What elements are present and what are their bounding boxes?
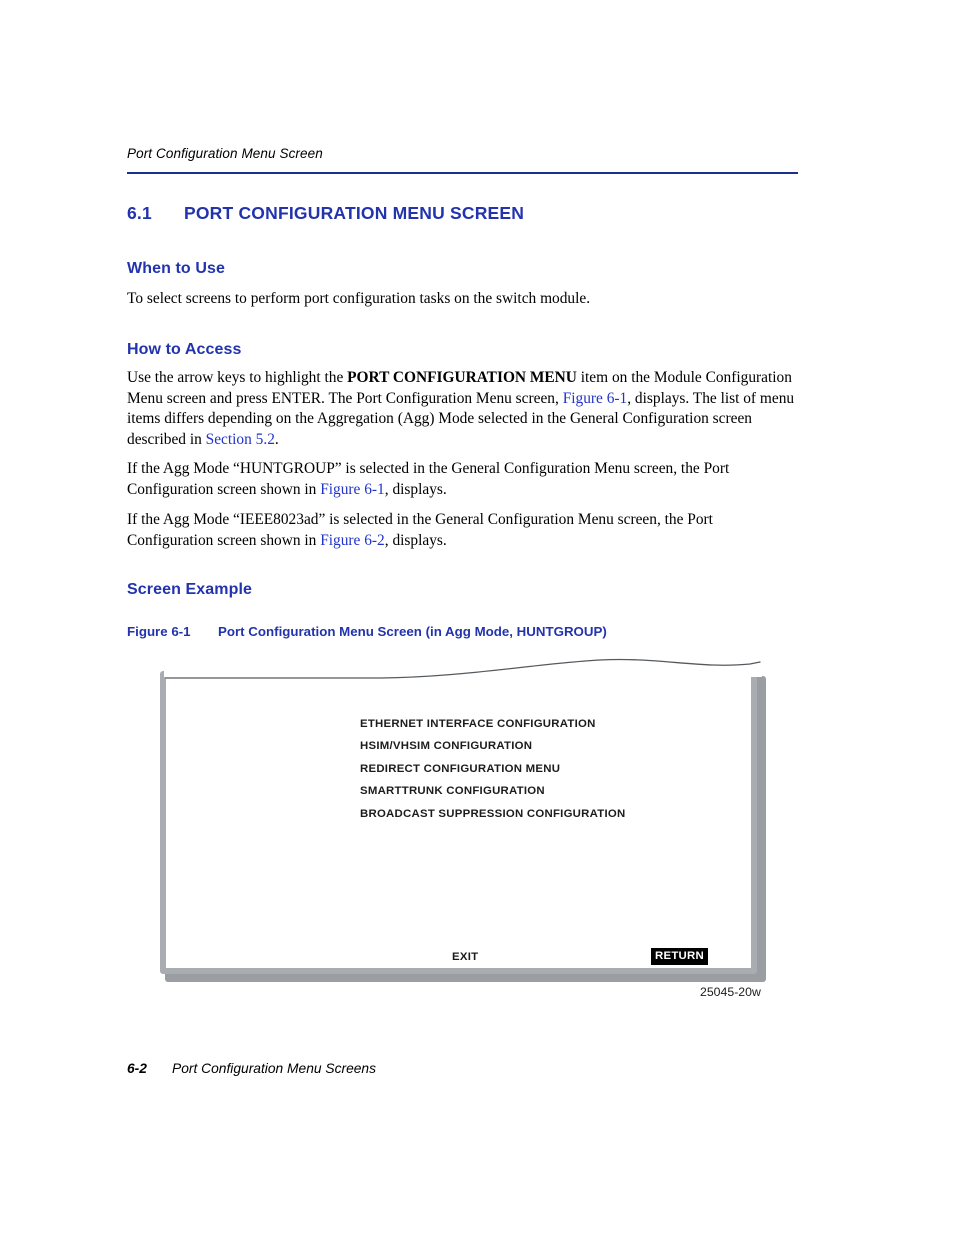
text-run: . (274, 430, 279, 448)
text-run: , displays. (384, 480, 447, 498)
paragraph-ieee8023ad: If the Agg Mode “IEEE8023ad” is selected… (127, 510, 799, 551)
menu-item[interactable]: BROADCAST SUPPRESSION CONFIGURATION (360, 803, 625, 825)
page-footer: 6-2 Port Configuration Menu Screens (127, 1061, 376, 1076)
figure-caption-number: Figure 6-1 (127, 624, 191, 639)
heading-screen-example: Screen Example (127, 581, 253, 598)
section-title: PORT CONFIGURATION MENU SCREEN (184, 203, 525, 223)
section-number: 6.1 (127, 203, 152, 223)
emphasis-menu-name: PORT CONFIGURATION MENU (347, 369, 577, 386)
heading-when-to-use: When to Use (127, 260, 225, 277)
paragraph-huntgroup: If the Agg Mode “HUNTGROUP” is selected … (127, 459, 799, 500)
menu-item[interactable]: ETHERNET INTERFACE CONFIGURATION (360, 713, 625, 735)
exit-button[interactable]: EXIT (452, 951, 478, 963)
figure-id-label: 25045-20w (700, 985, 761, 999)
text-run: , displays. (384, 531, 447, 549)
cross-reference-link-figure-6-1[interactable]: Figure 6-1 (563, 390, 628, 407)
torn-edge-wave-icon (165, 658, 761, 679)
menu-item[interactable]: HSIM/VHSIM CONFIGURATION (360, 735, 625, 757)
paragraph-when-to-use: To select screens to perform port config… (127, 290, 591, 307)
text-run: Use the arrow keys to highlight the (127, 369, 348, 386)
cross-reference-link-figure-6-1[interactable]: Figure 6-1 (320, 481, 385, 498)
menu-item[interactable]: SMARTTRUNK CONFIGURATION (360, 780, 625, 802)
footer-title: Port Configuration Menu Screens (172, 1061, 376, 1076)
document-page: Port Configuration Menu Screen 6.1 PORT C… (0, 0, 954, 1235)
heading-how-to-access: How to Access (127, 341, 242, 358)
page-title: 6.1 PORT CONFIGURATION MENU SCREEN (127, 203, 524, 224)
footer-page-number: 6-2 (127, 1061, 147, 1076)
screen-menu-list: ETHERNET INTERFACE CONFIGURATION HSIM/VH… (360, 713, 625, 825)
return-button[interactable]: RETURN (651, 948, 708, 965)
menu-item[interactable]: REDIRECT CONFIGURATION MENU (360, 758, 625, 780)
cross-reference-link-section-5-2[interactable]: Section 5.2 (206, 431, 275, 448)
running-header: Port Configuration Menu Screen (127, 146, 323, 161)
figure-caption-text: Port Configuration Menu Screen (in Agg M… (218, 624, 607, 639)
header-divider-rule (127, 172, 798, 174)
figure-terminal-screen: ETHERNET INTERFACE CONFIGURATION HSIM/VH… (160, 655, 766, 982)
cross-reference-link-figure-6-2[interactable]: Figure 6-2 (320, 532, 385, 549)
figure-caption: Figure 6-1 Port Configuration Menu Screen… (127, 624, 607, 639)
paragraph-how-to-access: Use the arrow keys to highlight the PORT… (127, 368, 799, 450)
